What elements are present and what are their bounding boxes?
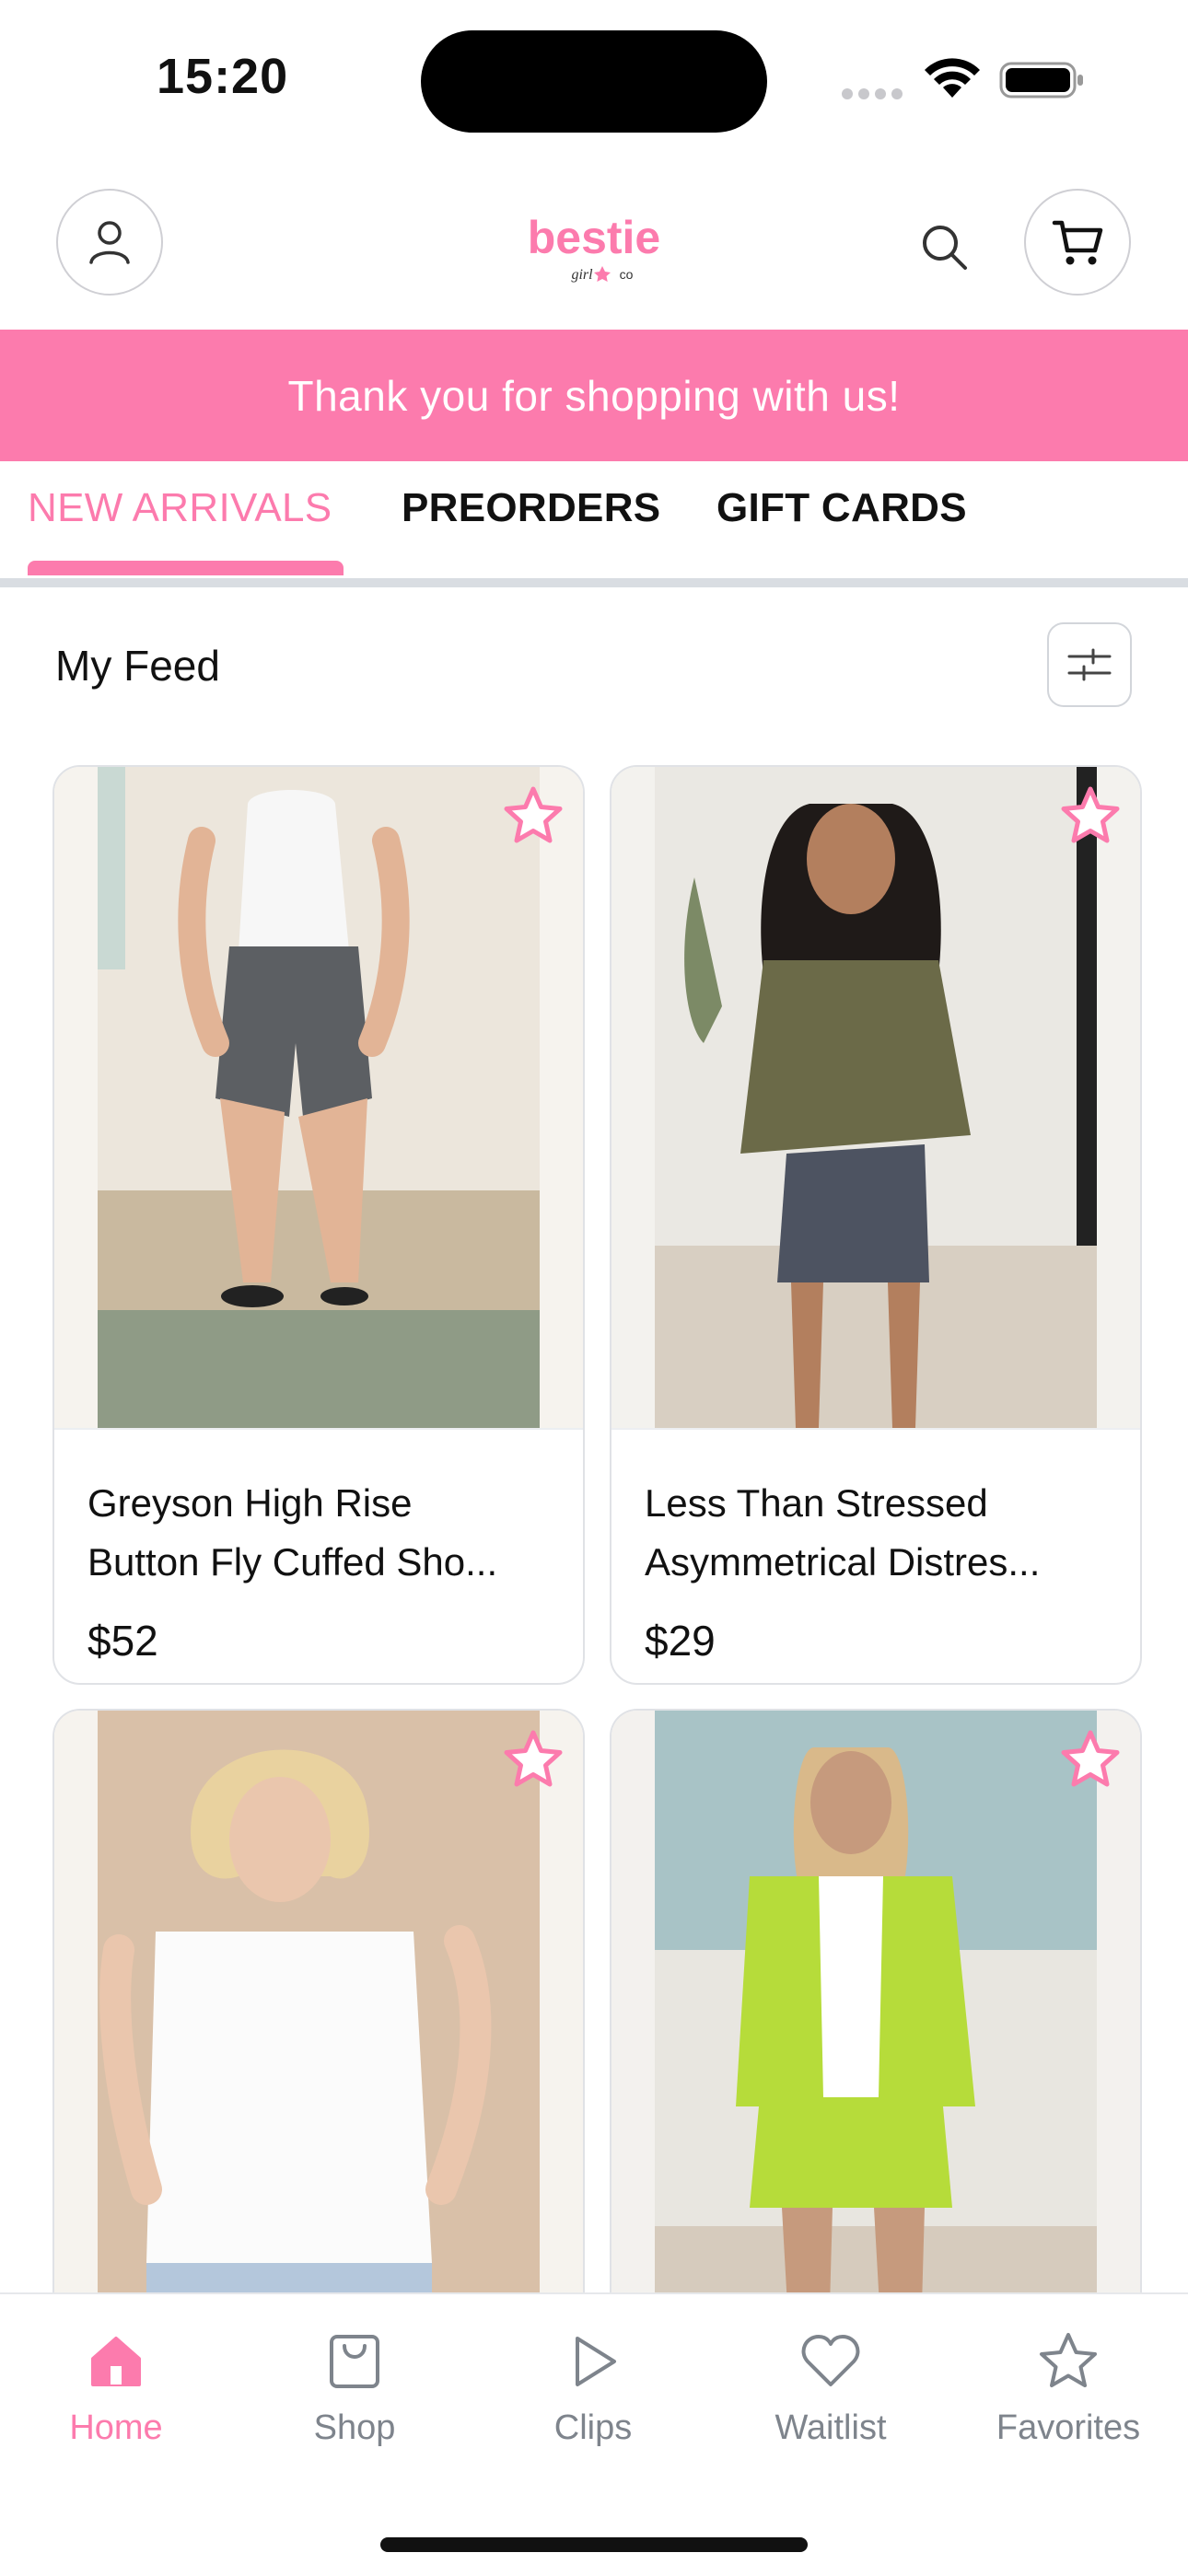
nav-shop[interactable]: Shop [262, 2329, 447, 2448]
bestie-logo: bestie girl co [528, 212, 661, 283]
star-outline-icon[interactable] [500, 1727, 566, 1793]
nav-label: Favorites [996, 2408, 1141, 2447]
product-price: $29 [645, 1617, 716, 1665]
star-outline-icon[interactable] [1057, 1727, 1124, 1793]
cart-icon [1052, 220, 1103, 265]
product-image [611, 767, 1140, 1428]
nav-home[interactable]: Home [24, 2329, 208, 2448]
cart-button[interactable] [1024, 189, 1131, 296]
user-icon [89, 221, 130, 264]
product-price: $52 [87, 1617, 158, 1665]
nav-label: Shop [313, 2408, 396, 2447]
filter-button[interactable] [1047, 622, 1132, 707]
product-image [54, 767, 583, 1428]
banner-text: Thank you for shopping with us! [287, 371, 901, 420]
app-header: bestie girl co [0, 189, 1188, 327]
nav-clips[interactable]: Clips [501, 2329, 685, 2448]
nav-label: Home [69, 2408, 163, 2447]
active-tab-indicator [28, 561, 344, 575]
product-name: Greyson High Rise Button Fly Cuffed Sho.… [87, 1481, 498, 1584]
tab-new-arrivals[interactable]: NEW ARRIVALS [28, 485, 332, 531]
cellular-signal-icon [842, 81, 906, 99]
product-card[interactable]: Greyson High Rise Button Fly Cuffed Sho.… [52, 765, 585, 1685]
home-icon [91, 2337, 141, 2386]
svg-text:girl: girl [571, 267, 593, 283]
search-icon [923, 226, 967, 270]
nav-waitlist[interactable]: Waitlist [739, 2329, 923, 2448]
dynamic-island [421, 30, 767, 133]
product-card[interactable]: Less Than Stressed Asymmetrical Distres.… [610, 765, 1142, 1685]
star-icon [1040, 2333, 1097, 2387]
promo-banner: Thank you for shopping with us! [0, 330, 1188, 461]
sliders-icon [1067, 648, 1112, 681]
bottom-navigation: Home Shop Clips Waitlist Favorites [0, 2292, 1188, 2576]
product-card[interactable] [610, 1709, 1142, 2353]
shopping-bag-icon [330, 2335, 379, 2388]
nav-label: Waitlist [775, 2408, 887, 2447]
svg-text:bestie: bestie [528, 212, 661, 263]
status-bar: 15:20 [0, 0, 1188, 157]
tab-gift-cards[interactable]: GIFT CARDS [716, 485, 967, 531]
product-image [54, 1711, 583, 2353]
account-button[interactable] [56, 189, 163, 296]
play-icon [576, 2337, 616, 2386]
nav-label: Clips [553, 2408, 633, 2447]
wifi-icon [925, 58, 980, 98]
nav-favorites[interactable]: Favorites [976, 2329, 1160, 2448]
card-divider [54, 1428, 583, 1430]
star-outline-icon[interactable] [500, 783, 566, 850]
tab-preorders[interactable]: PREORDERS [402, 485, 660, 531]
card-divider [611, 1428, 1140, 1430]
search-button[interactable] [917, 220, 971, 273]
category-tabs: NEW ARRIVALS PREORDERS GIFT CARDS [0, 461, 1188, 585]
product-image [611, 1711, 1140, 2353]
product-name: Less Than Stressed Asymmetrical Distres.… [645, 1481, 1041, 1584]
home-indicator[interactable] [380, 2537, 808, 2552]
feed-title: My Feed [55, 642, 220, 690]
svg-text:co: co [620, 267, 634, 282]
tabs-divider [0, 578, 1188, 587]
battery-icon [999, 62, 1083, 99]
product-card[interactable] [52, 1709, 585, 2353]
heart-icon [801, 2335, 860, 2386]
star-outline-icon[interactable] [1057, 783, 1124, 850]
status-time: 15:20 [157, 49, 289, 104]
